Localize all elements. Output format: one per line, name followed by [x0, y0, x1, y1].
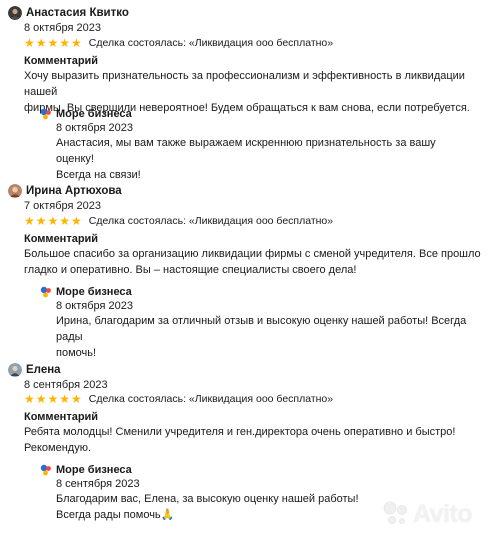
- avatar[interactable]: [8, 184, 22, 198]
- review-meta: ★★★★★ Сделка состоялась: «Ликвидация ооо…: [24, 392, 333, 406]
- seller-name: Море бизнеса: [56, 108, 132, 120]
- comment-text: Большое спасибо за организацию ликвидаци…: [24, 246, 484, 278]
- reply-date: 8 сентября 2023: [56, 478, 140, 490]
- comment-label: Комментарий: [24, 55, 99, 67]
- avito-watermark: Avito: [381, 499, 473, 529]
- comment-line: Ребята молодцы! Сменили учредителя и ген…: [24, 426, 456, 438]
- review-header: Ирина Артюхова: [8, 182, 122, 200]
- reply-line: помочь!: [56, 347, 97, 359]
- deal-status: Сделка состоялась: «Ликвидация ооо беспл…: [88, 215, 334, 227]
- comment-line: Большое спасибо за организацию ликвидаци…: [24, 248, 481, 260]
- business-logo-icon: [40, 108, 51, 120]
- reply-text: Анастасия, мы вам также выражаем искренн…: [56, 135, 476, 183]
- business-logo-icon: [40, 464, 51, 476]
- review-header: Анастасия Квитко: [8, 4, 129, 22]
- deal-status: Сделка состоялась: «Ликвидация ооо беспл…: [88, 393, 334, 405]
- deal-status: Сделка состоялась: «Ликвидация ооо беспл…: [88, 37, 334, 49]
- review-date: 8 октября 2023: [24, 22, 101, 34]
- review-meta: ★★★★★ Сделка состоялась: «Ликвидация ооо…: [24, 36, 333, 50]
- seller-name: Море бизнеса: [56, 464, 132, 476]
- comment-text: Ребята молодцы! Сменили учредителя и ген…: [24, 424, 484, 456]
- rating-stars: ★★★★★: [24, 214, 83, 228]
- avatar[interactable]: [8, 6, 22, 20]
- reviewer-name[interactable]: Анастасия Квитко: [26, 7, 129, 19]
- business-logo-icon: [40, 286, 51, 298]
- reply-line: Всегда на связи!: [56, 169, 141, 181]
- reply-line: Анастасия, мы вам также выражаем искренн…: [56, 137, 436, 165]
- review-date: 7 октября 2023: [24, 200, 101, 212]
- comment-line: Рекомендую.: [24, 442, 92, 454]
- review-meta: ★★★★★ Сделка состоялась: «Ликвидация ооо…: [24, 214, 333, 228]
- review-date: 8 сентября 2023: [24, 379, 108, 391]
- reply-line: Ирина, благодарим за отличный отзыв и вы…: [56, 315, 467, 343]
- comment-line: Хочу выразить признательность за професс…: [24, 70, 465, 98]
- reviewer-name[interactable]: Елена: [26, 364, 61, 376]
- avito-logo-icon: [383, 501, 407, 524]
- comment-line: гладко и оперативно. Вы – настоящие спец…: [24, 264, 357, 276]
- rating-stars: ★★★★★: [24, 36, 83, 50]
- rating-stars: ★★★★★: [24, 392, 83, 406]
- avatar[interactable]: [8, 363, 22, 377]
- reviewer-name[interactable]: Ирина Артюхова: [26, 185, 122, 197]
- watermark-text: Avito: [413, 499, 473, 528]
- seller-reply-header: Море бизнеса: [40, 284, 132, 300]
- review-header: Елена: [8, 361, 61, 379]
- reply-text: Ирина, благодарим за отличный отзыв и вы…: [56, 313, 476, 361]
- seller-reply-header: Море бизнеса: [40, 462, 132, 478]
- seller-reply-header: Море бизнеса: [40, 106, 132, 122]
- reply-date: 8 октября 2023: [56, 122, 133, 134]
- seller-name: Море бизнеса: [56, 286, 132, 298]
- reply-date: 8 октября 2023: [56, 300, 133, 312]
- comment-label: Комментарий: [24, 233, 99, 245]
- comment-label: Комментарий: [24, 411, 99, 423]
